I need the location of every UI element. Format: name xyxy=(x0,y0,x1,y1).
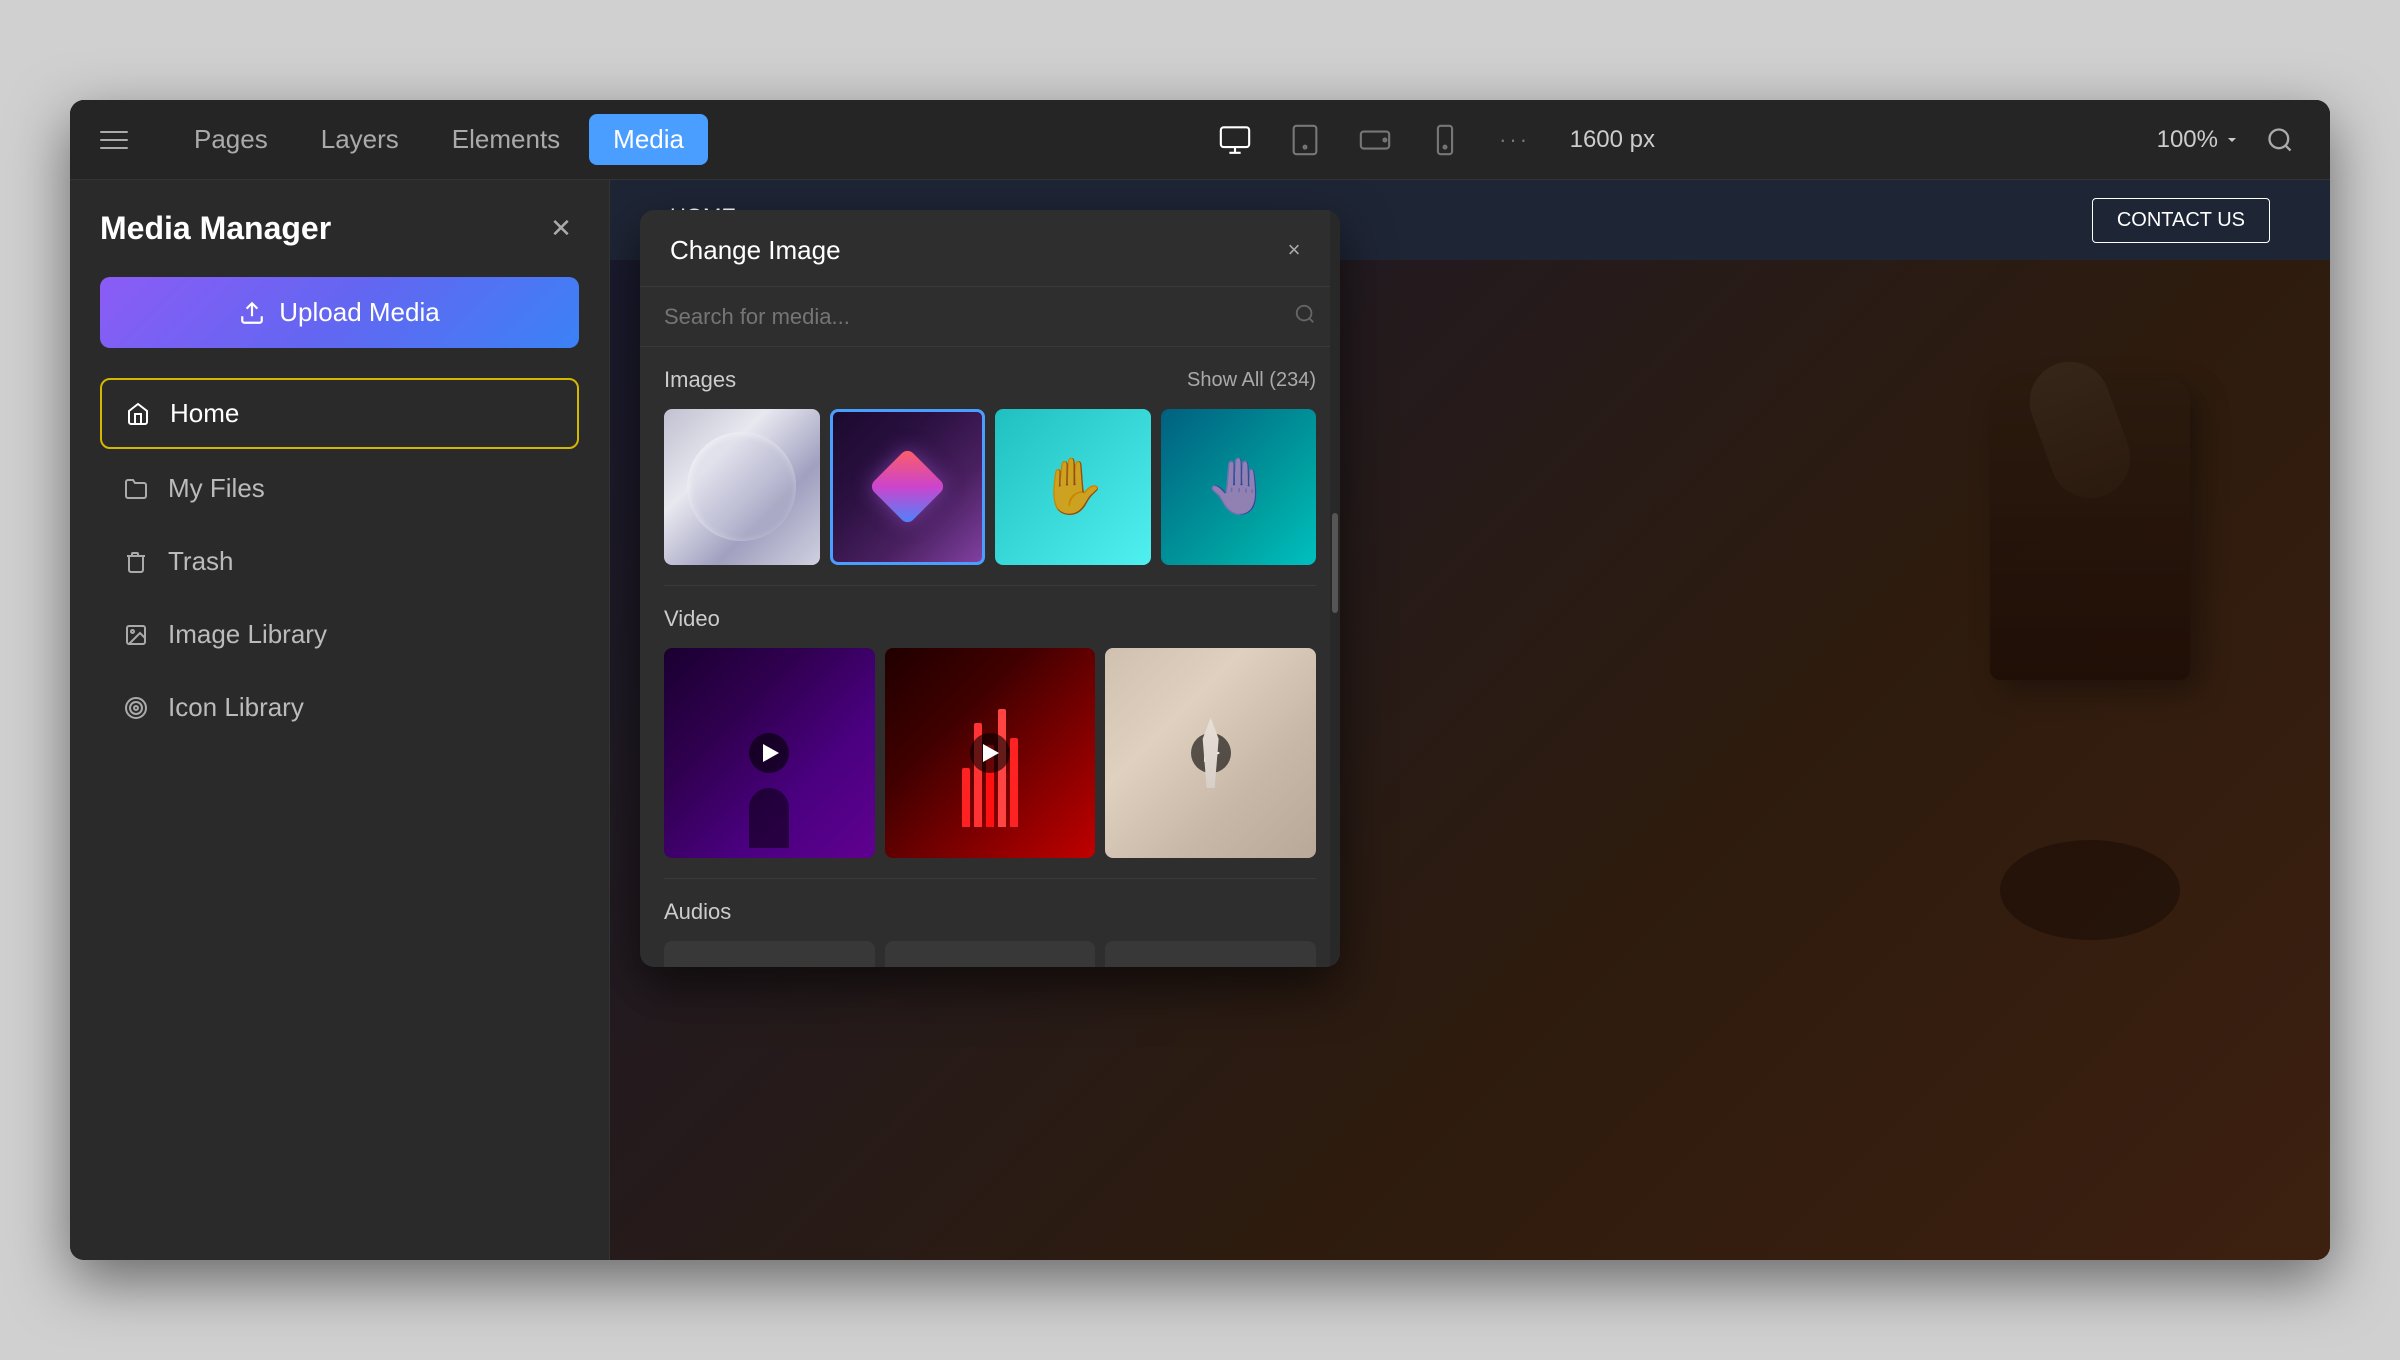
device-toolbar: ··· 1600 px xyxy=(708,122,2157,158)
trash-icon xyxy=(122,548,150,576)
audios-section: Audios 🎙️ 🎙️ 🎙️ xyxy=(664,879,1316,967)
media-thumb-audio-3[interactable]: 🎙️ xyxy=(1105,941,1316,967)
media-thumb-cube[interactable] xyxy=(830,409,986,565)
search-input[interactable] xyxy=(664,304,1282,330)
sidebar-item-label-home: Home xyxy=(170,398,239,429)
sidebar-item-label-image-library: Image Library xyxy=(168,619,327,650)
media-thumb-hand[interactable]: ✋ xyxy=(995,409,1151,565)
images-section: Images Show All (234) xyxy=(664,347,1316,586)
play-button[interactable] xyxy=(749,733,789,773)
modal-scrollbar-thumb[interactable] xyxy=(1332,513,1338,613)
sidebar-item-label-my-files: My Files xyxy=(168,473,265,504)
play-triangle-icon xyxy=(763,744,779,762)
canvas-width-display: 1600 px xyxy=(1570,126,1655,154)
main-content: Media Manager ✕ Upload Media xyxy=(70,180,2330,1260)
video-section: Video xyxy=(664,586,1316,880)
tablet-view-button[interactable] xyxy=(1280,122,1330,158)
sidebar-navigation: Home My Files xyxy=(100,378,579,741)
landscape-view-button[interactable] xyxy=(1350,122,1400,158)
image-icon xyxy=(122,621,150,649)
tab-elements[interactable]: Elements xyxy=(428,114,584,165)
sidebar-item-image-library[interactable]: Image Library xyxy=(100,601,579,668)
menu-button[interactable] xyxy=(100,120,140,160)
media-manager-sidebar: Media Manager ✕ Upload Media xyxy=(70,180,610,1260)
video-grid xyxy=(664,648,1316,859)
zoom-control[interactable]: 100% xyxy=(2157,126,2240,154)
video-section-title: Video xyxy=(664,606,720,632)
media-thumb-glass[interactable] xyxy=(664,409,820,565)
nav-tabs: Pages Layers Elements Media xyxy=(170,114,708,165)
target-icon xyxy=(122,694,150,722)
tab-pages[interactable]: Pages xyxy=(170,114,292,165)
modal-header: Change Image × xyxy=(640,210,1340,287)
modal-title: Change Image xyxy=(670,235,841,266)
sidebar-item-label-icon-library: Icon Library xyxy=(168,692,304,723)
tab-layers[interactable]: Layers xyxy=(297,114,423,165)
sidebar-item-home[interactable]: Home xyxy=(100,378,579,449)
upload-media-button[interactable]: Upload Media xyxy=(100,277,579,348)
top-bar: Pages Layers Elements Media xyxy=(70,100,2330,180)
media-thumb-concert[interactable] xyxy=(664,648,875,859)
home-icon xyxy=(124,400,152,428)
images-section-header: Images Show All (234) xyxy=(664,367,1316,393)
sidebar-header: Media Manager ✕ xyxy=(100,210,579,247)
search-icon xyxy=(1294,303,1316,330)
play-triangle-icon-2 xyxy=(983,744,999,762)
sidebar-close-button[interactable]: ✕ xyxy=(543,211,579,247)
sidebar-item-my-files[interactable]: My Files xyxy=(100,455,579,522)
search-button[interactable] xyxy=(2260,120,2300,160)
modal-body: Images Show All (234) xyxy=(640,347,1340,967)
modal-overlay: Change Image × xyxy=(610,180,2330,1260)
video-section-header: Video xyxy=(664,606,1316,632)
modal-search-bar xyxy=(640,287,1340,347)
top-bar-right: 100% xyxy=(2157,120,2300,160)
tab-media[interactable]: Media xyxy=(589,114,708,165)
mobile-view-button[interactable] xyxy=(1420,122,1470,158)
audios-section-title: Audios xyxy=(664,899,731,925)
sidebar-title: Media Manager xyxy=(100,210,331,247)
modal-scrollbar[interactable] xyxy=(1330,210,1340,967)
images-grid: ✋ 🤚 xyxy=(664,409,1316,565)
canvas-area: HOME ABOUT US PROJECTS SERVICES CONTACT … xyxy=(610,180,2330,1260)
audios-section-header: Audios xyxy=(664,899,1316,925)
images-section-title: Images xyxy=(664,367,736,393)
desktop-view-button[interactable] xyxy=(1210,122,1260,158)
media-thumb-crystal[interactable] xyxy=(1105,648,1316,859)
play-button-2[interactable] xyxy=(970,733,1010,773)
sidebar-item-icon-library[interactable]: Icon Library xyxy=(100,674,579,741)
sidebar-item-label-trash: Trash xyxy=(168,546,234,577)
media-thumb-red-bars[interactable] xyxy=(885,648,1096,859)
app-window: Pages Layers Elements Media xyxy=(70,100,2330,1260)
media-thumb-audio-2[interactable]: 🎙️ xyxy=(885,941,1096,967)
modal-close-button[interactable]: × xyxy=(1278,234,1310,266)
audios-grid: 🎙️ 🎙️ 🎙️ xyxy=(664,941,1316,967)
images-show-all-link[interactable]: Show All (234) xyxy=(1187,369,1316,392)
media-thumb-audio-1[interactable]: 🎙️ xyxy=(664,941,875,967)
folder-icon xyxy=(122,475,150,503)
change-image-modal: Change Image × xyxy=(640,210,1340,967)
more-options-button[interactable]: ··· xyxy=(1490,122,1540,158)
media-thumb-blue-hand[interactable]: 🤚 xyxy=(1161,409,1317,565)
sidebar-item-trash[interactable]: Trash xyxy=(100,528,579,595)
